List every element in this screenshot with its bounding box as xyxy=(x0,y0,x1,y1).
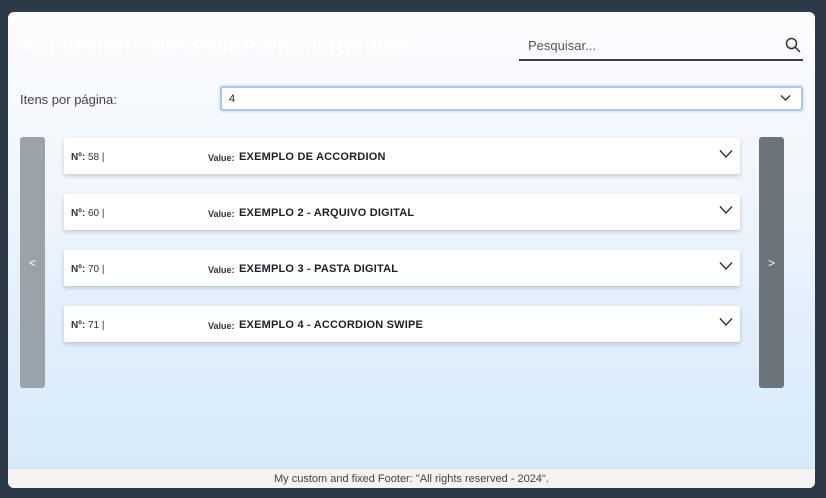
item-number-label: Nº: xyxy=(71,152,86,163)
search-icon[interactable] xyxy=(785,37,801,53)
item-number-value: 70 | xyxy=(88,264,105,275)
chevron-down-icon[interactable] xyxy=(719,205,733,215)
chevron-down-icon[interactable] xyxy=(719,261,733,271)
page-title: Accordion com swipe em Nodeflow xyxy=(20,32,409,59)
item-number-label: Nº: xyxy=(71,208,86,219)
next-page-button[interactable]: > xyxy=(759,137,784,388)
item-value: EXEMPLO 3 - PASTA DIGITAL xyxy=(239,263,399,275)
item-number: Nº: 70 | xyxy=(71,264,105,275)
footer: My custom and fixed Footer: "All rights … xyxy=(8,468,815,488)
item-number-label: Nº: xyxy=(71,264,86,275)
item-value: EXEMPLO DE ACCORDION xyxy=(239,151,386,163)
accordion-item[interactable]: Nº: 70 | Value: EXEMPLO 3 - PASTA DIGITA… xyxy=(64,250,740,286)
item-value-label: Value: xyxy=(208,209,235,219)
item-value-label: Value: xyxy=(208,153,235,163)
item-value: EXEMPLO 2 - ARQUIVO DIGITAL xyxy=(239,207,415,219)
prev-page-button[interactable]: < xyxy=(20,137,45,388)
accordion-list: Nº: 58 | Value: EXEMPLO DE ACCORDION Nº:… xyxy=(64,138,740,362)
item-value-label: Value: xyxy=(208,321,235,331)
item-value: EXEMPLO 4 - ACCORDION SWIPE xyxy=(239,319,424,331)
item-number-value: 60 | xyxy=(88,208,105,219)
per-page-label: Itens por página: xyxy=(20,92,117,107)
per-page-select[interactable]: 4 xyxy=(220,86,803,111)
item-number: Nº: 71 | xyxy=(71,320,105,331)
accordion-item[interactable]: Nº: 60 | Value: EXEMPLO 2 - ARQUIVO DIGI… xyxy=(64,194,740,230)
search-input[interactable]: Pesquisar... xyxy=(528,38,596,53)
item-number-value: 71 | xyxy=(88,320,105,331)
chevron-down-icon[interactable] xyxy=(719,317,733,327)
search-box[interactable]: Pesquisar... xyxy=(519,34,803,61)
item-number: Nº: 58 | xyxy=(71,152,105,163)
accordion-item[interactable]: Nº: 58 | Value: EXEMPLO DE ACCORDION xyxy=(64,138,740,174)
item-number-label: Nº: xyxy=(71,320,86,331)
chevron-down-icon xyxy=(780,95,791,101)
per-page-value: 4 xyxy=(229,93,236,105)
item-value-label: Value: xyxy=(208,265,235,275)
accordion-item[interactable]: Nº: 71 | Value: EXEMPLO 4 - ACCORDION SW… xyxy=(64,306,740,342)
chevron-down-icon[interactable] xyxy=(719,149,733,159)
item-number-value: 58 | xyxy=(88,152,105,163)
app-window: Accordion com swipe em Nodeflow Pesquisa… xyxy=(8,12,815,488)
item-number: Nº: 60 | xyxy=(71,208,105,219)
